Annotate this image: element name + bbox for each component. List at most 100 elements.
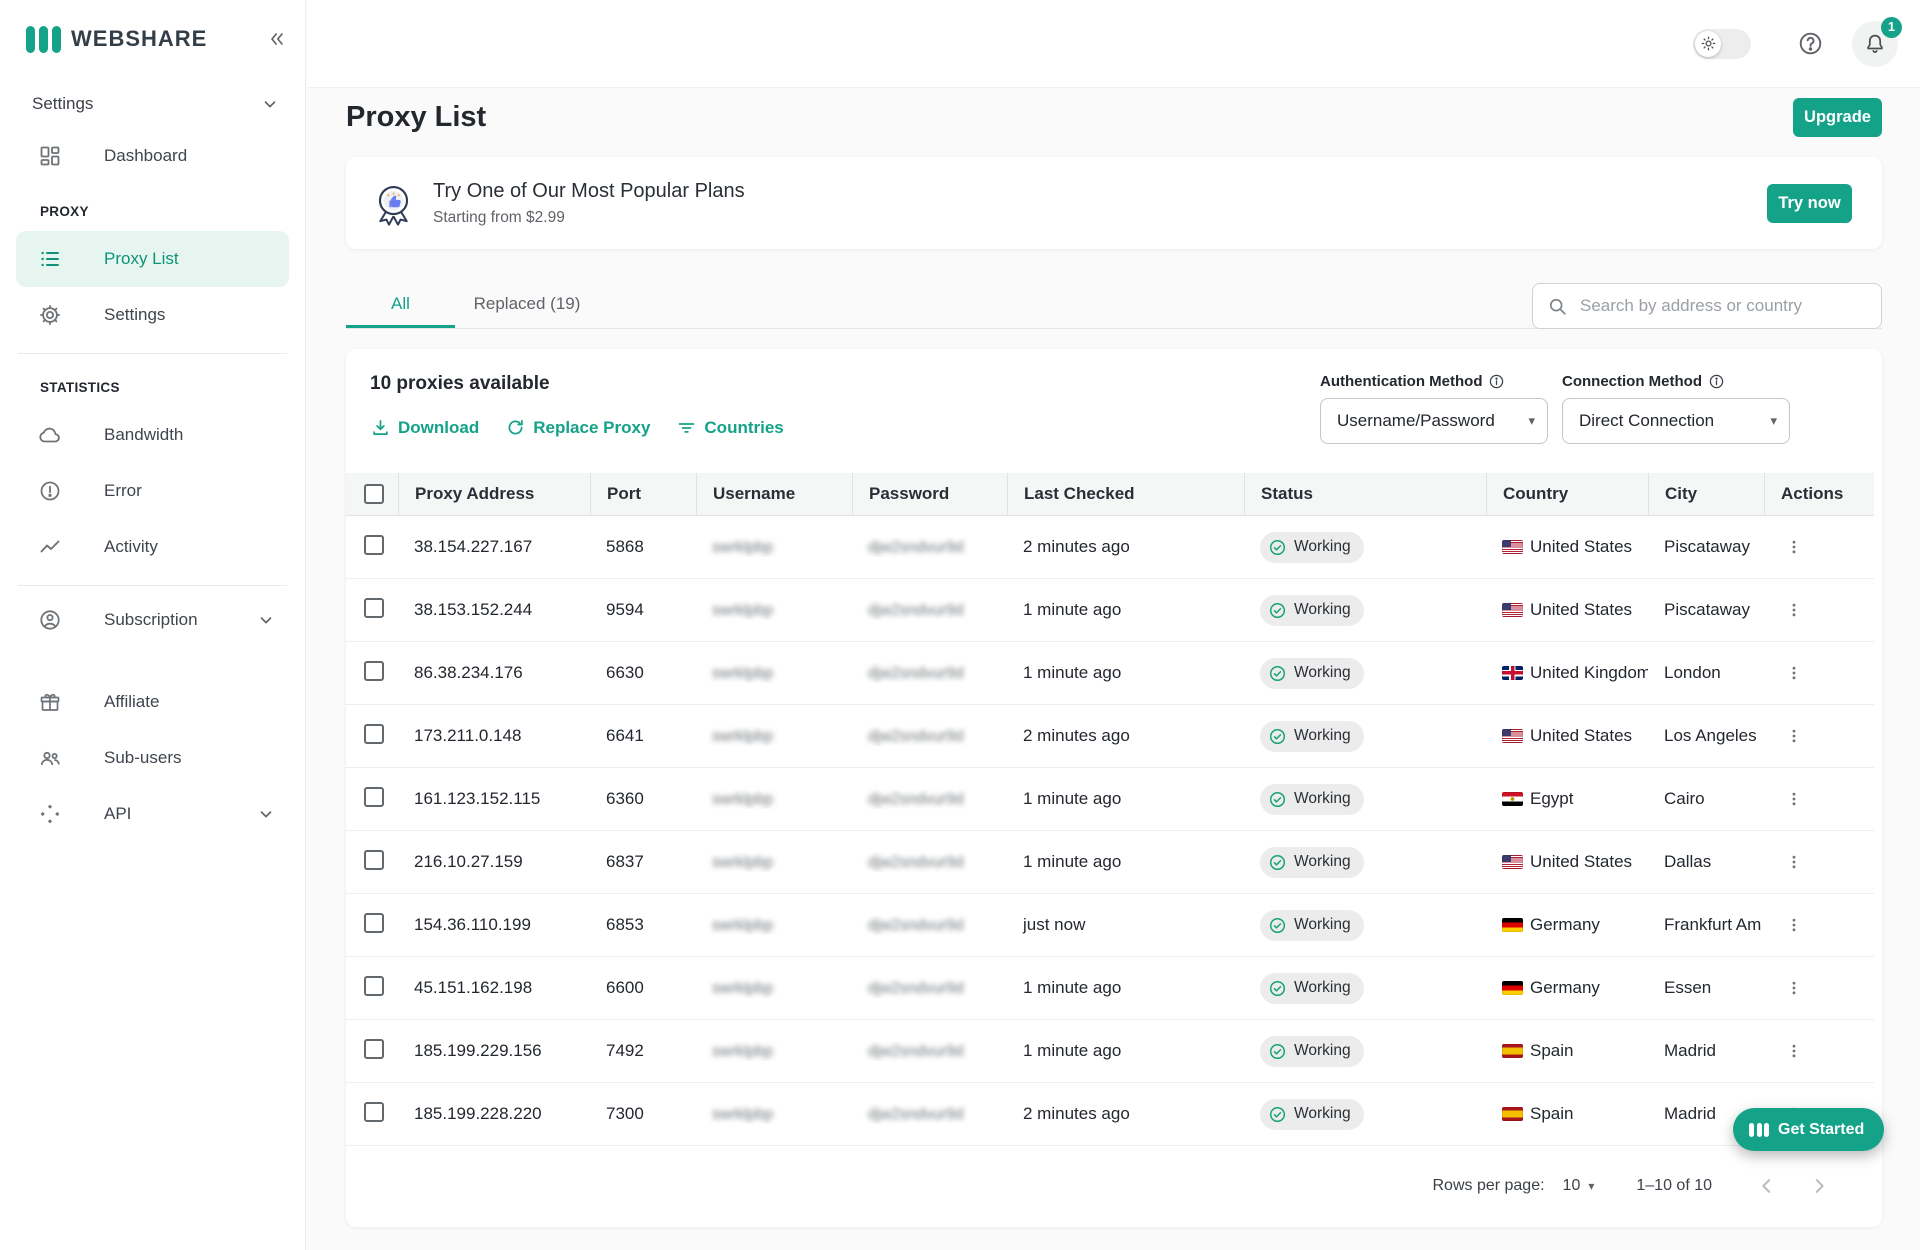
column-header[interactable]: Last Checked — [1007, 473, 1244, 515]
row-checkbox[interactable] — [364, 850, 384, 870]
row-checkbox[interactable] — [364, 976, 384, 996]
row-actions-button[interactable] — [1780, 911, 1808, 939]
next-page-button[interactable] — [1808, 1175, 1830, 1197]
upgrade-button[interactable]: Upgrade — [1793, 98, 1882, 137]
column-header[interactable]: City — [1648, 473, 1764, 515]
notifications-button[interactable]: 1 — [1852, 21, 1898, 67]
status-badge: Working — [1260, 595, 1364, 626]
try-now-button[interactable]: Try now — [1767, 184, 1852, 223]
sidebar-item-error[interactable]: Error — [16, 463, 289, 519]
row-checkbox[interactable] — [364, 1039, 384, 1059]
notification-badge: 1 — [1881, 17, 1902, 38]
column-header[interactable]: Username — [696, 473, 852, 515]
previous-page-button[interactable] — [1756, 1175, 1778, 1197]
theme-toggle[interactable] — [1693, 29, 1751, 59]
sidebar-item-sub-users[interactable]: Sub-users — [16, 730, 289, 786]
status-label: Working — [1294, 853, 1351, 871]
sidebar-item-dashboard[interactable]: Dashboard — [16, 128, 289, 184]
get-started-button[interactable]: Get Started — [1733, 1108, 1884, 1151]
kebab-menu-icon — [1784, 726, 1804, 746]
status-label: Working — [1294, 790, 1351, 808]
sidebar-item-label: API — [104, 804, 257, 824]
proxy-username-redacted: swrklpbp — [712, 791, 773, 808]
row-actions-button[interactable] — [1780, 722, 1808, 750]
sidebar-item-affiliate[interactable]: Affiliate — [16, 674, 289, 730]
auth-method-select[interactable]: Username/Password ▾ — [1320, 398, 1548, 444]
sidebar-item-proxy-list[interactable]: Proxy List — [16, 231, 289, 287]
sidebar-divider — [18, 353, 287, 354]
country-flag-icon — [1502, 981, 1523, 995]
proxy-table-body: 38.154.227.167 5868 swrklpbp djw2sndvur9… — [346, 516, 1874, 1146]
sidebar-item-api[interactable]: API — [16, 786, 289, 842]
select-caret-icon: ▾ — [1528, 413, 1535, 429]
column-header[interactable]: Port — [590, 473, 696, 515]
popular-plans-badge-icon — [370, 180, 417, 227]
tab-replaced[interactable]: Replaced (19) — [455, 282, 599, 328]
tab-all[interactable]: All — [346, 282, 455, 328]
sidebar-item-subscription[interactable]: Subscription — [16, 592, 289, 648]
proxy-port: 5868 — [590, 537, 696, 557]
last-checked: 1 minute ago — [1007, 1041, 1244, 1061]
select-caret-icon: ▾ — [1770, 413, 1777, 429]
column-header[interactable]: Password — [852, 473, 1007, 515]
connection-method-label: Connection Method — [1562, 373, 1702, 390]
connection-method-select[interactable]: Direct Connection ▾ — [1562, 398, 1790, 444]
status-badge: Working — [1260, 847, 1364, 878]
row-checkbox[interactable] — [364, 661, 384, 681]
table-row: 45.151.162.198 6600 swrklpbp djw2sndvur9… — [346, 957, 1874, 1020]
countries-filter-button[interactable]: Countries — [676, 417, 783, 438]
status-badge: Working — [1260, 721, 1364, 752]
proxy-username-redacted: swrklpbp — [712, 1043, 773, 1060]
sidebar-item-label: Sub-users — [104, 748, 275, 768]
row-actions-button[interactable] — [1780, 1037, 1808, 1065]
row-checkbox[interactable] — [364, 724, 384, 744]
country-flag-icon — [1502, 918, 1523, 932]
proxy-port: 9594 — [590, 600, 696, 620]
sidebar-item-activity[interactable]: Activity — [16, 519, 289, 575]
sidebar-collapse-button[interactable] — [267, 29, 287, 49]
download-button[interactable]: Download — [370, 417, 479, 438]
sidebar-item-bandwidth[interactable]: Bandwidth — [16, 407, 289, 463]
sidebar-item-label: Bandwidth — [104, 425, 275, 445]
city-name: Essen — [1648, 978, 1764, 998]
proxy-port: 6600 — [590, 978, 696, 998]
sidebar-item-label: Activity — [104, 537, 275, 557]
country-name: United States — [1530, 537, 1632, 557]
check-circle-icon — [1268, 601, 1287, 620]
row-checkbox[interactable] — [364, 913, 384, 933]
sidebar-item-settings[interactable]: Settings — [16, 287, 289, 343]
row-actions-button[interactable] — [1780, 785, 1808, 813]
replace-proxy-button[interactable]: Replace Proxy — [505, 417, 650, 438]
column-header[interactable]: Status — [1244, 473, 1486, 515]
help-button[interactable] — [1797, 30, 1824, 57]
row-actions-button[interactable] — [1780, 848, 1808, 876]
sidebar-item-label: Proxy List — [104, 249, 275, 269]
search-input[interactable] — [1580, 296, 1867, 316]
row-checkbox[interactable] — [364, 535, 384, 555]
info-icon[interactable] — [1488, 373, 1505, 390]
country-flag-icon — [1502, 603, 1523, 617]
status-badge: Working — [1260, 973, 1364, 1004]
row-checkbox[interactable] — [364, 1102, 384, 1122]
row-actions-button[interactable] — [1780, 974, 1808, 1002]
country-flag-icon — [1502, 1044, 1523, 1058]
auth-method-label: Authentication Method — [1320, 373, 1482, 390]
row-actions-button[interactable] — [1780, 596, 1808, 624]
column-header[interactable]: Country — [1486, 473, 1648, 515]
pagination-range: 1–10 of 10 — [1636, 1177, 1712, 1195]
rows-per-page-select[interactable]: 10 ▾ — [1563, 1177, 1595, 1195]
info-icon[interactable] — [1708, 373, 1725, 390]
sidebar-item-label: Error — [104, 481, 275, 501]
row-checkbox[interactable] — [364, 598, 384, 618]
country-name: United States — [1530, 726, 1632, 746]
sidebar-account-selector[interactable]: Settings — [0, 84, 305, 124]
row-checkbox[interactable] — [364, 787, 384, 807]
check-circle-icon — [1268, 979, 1287, 998]
proxy-address: 185.199.229.156 — [398, 1041, 590, 1061]
select-all-checkbox[interactable] — [364, 484, 384, 504]
row-actions-button[interactable] — [1780, 659, 1808, 687]
proxy-address: 173.211.0.148 — [398, 726, 590, 746]
country-flag-icon — [1502, 1107, 1523, 1121]
row-actions-button[interactable] — [1780, 533, 1808, 561]
column-header[interactable]: Proxy Address — [398, 473, 590, 515]
